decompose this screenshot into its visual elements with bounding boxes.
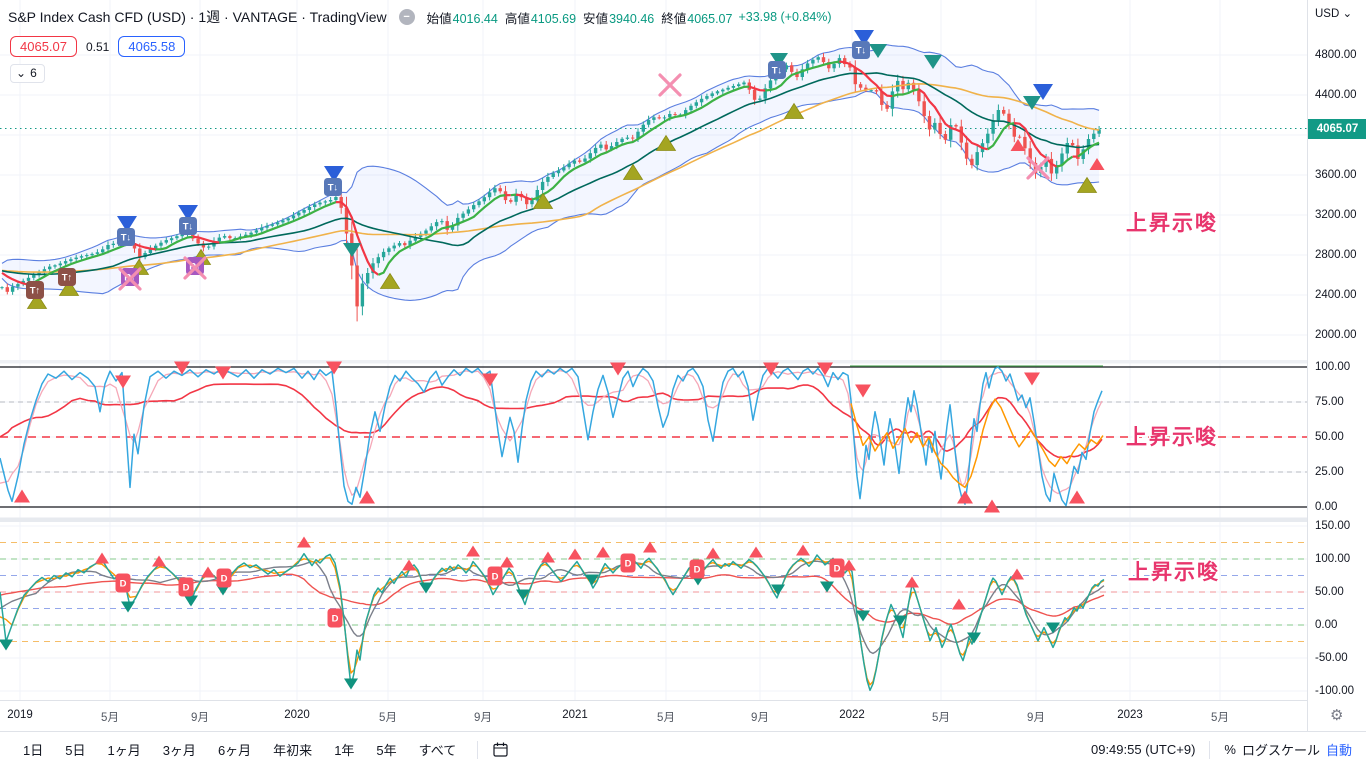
log-scale-button[interactable]: ログスケール: [1242, 740, 1320, 759]
oscillator-scale-label: 0.00: [1315, 619, 1338, 631]
symbol-title[interactable]: S&P Index Cash CFD (USD) · 1週 · VANTAGE …: [8, 7, 387, 27]
sell-price-button[interactable]: 4065.07: [10, 36, 77, 57]
price-label: 4800.00: [1315, 49, 1357, 61]
bottom-toolbar: 1日 5日 1ヶ月 3ヶ月 6ヶ月 年初来 1年 5年 すべて 09:49:55 (UTC+9)…: [0, 731, 1366, 767]
range-button-1年[interactable]: 1年: [325, 737, 363, 762]
svg-text:T↓: T↓: [121, 233, 132, 244]
time-label: 9月: [474, 712, 492, 724]
buy-price-button[interactable]: 4065.58: [118, 36, 186, 57]
oscillator-lines: [0, 552, 1105, 692]
ohlc-item: 安値3940.46: [583, 11, 655, 26]
quote-row: 4065.07 0.51 4065.58: [10, 36, 186, 57]
change-value: +33.98 (+0.84%): [738, 10, 832, 24]
ohlc-item: 終値4065.07: [661, 11, 733, 26]
current-price-badge: 4065.07: [1308, 118, 1366, 139]
currency-selector[interactable]: USD ⌄: [1315, 6, 1352, 20]
ohlc-item: 高値4105.69: [504, 11, 577, 26]
stoch-scale-label: 25.00: [1315, 466, 1344, 478]
time-label: 5月: [101, 712, 119, 724]
ohlc-values: 始値4016.44 高値4105.69 安値3940.46 終値4065.07: [427, 8, 733, 27]
stoch-scale-label: 100.00: [1315, 361, 1351, 373]
oscillator-scale-label: -50.00: [1315, 652, 1348, 664]
price-label: 2400.00: [1315, 289, 1357, 301]
oscillator-scale-label: 50.00: [1315, 586, 1344, 598]
chart-legend: S&P Index Cash CFD (USD) · 1週 · VANTAGE …: [8, 7, 832, 27]
stoch-scale-label: 0.00: [1315, 501, 1338, 513]
toolbar-divider: [477, 740, 479, 759]
time-label: 2022: [839, 709, 865, 721]
time-label: 2021: [562, 709, 588, 721]
oscillator-scale-label: 150.00: [1315, 520, 1351, 532]
oscillator-scale-label: -100.00: [1315, 685, 1355, 697]
auto-scale-button[interactable]: 自動: [1326, 740, 1352, 759]
stoch-scale-label: 50.00: [1315, 431, 1344, 443]
oscillator-scale-label: 100.00: [1315, 553, 1351, 565]
date-range-buttons: 1日 5日 1ヶ月 3ヶ月 6ヶ月 年初来 1年 5年 すべて: [14, 737, 509, 762]
clock-label[interactable]: 09:49:55 (UTC+9): [1091, 742, 1195, 757]
price-axis[interactable]: USD ⌄ 4800.004400.004000.003600.003200.0…: [1307, 0, 1366, 731]
svg-text:D: D: [183, 583, 190, 594]
time-label: 9月: [751, 712, 769, 724]
svg-text:T↓: T↓: [328, 183, 339, 194]
bullish-annotation: 上昇示唆: [1126, 212, 1218, 235]
percent-scale-button[interactable]: %: [1224, 742, 1236, 757]
range-button-5日[interactable]: 5日: [56, 737, 94, 762]
svg-text:D: D: [332, 614, 339, 625]
time-label: 5月: [657, 712, 675, 724]
time-label: 9月: [1027, 712, 1045, 724]
toolbar-right: 09:49:55 (UTC+9) % ログスケール 自動: [1091, 740, 1352, 759]
price-label: 3600.00: [1315, 169, 1357, 181]
collapse-legend-icon[interactable]: −: [398, 9, 415, 25]
time-label: 5月: [379, 712, 397, 724]
time-label: 2020: [284, 709, 310, 721]
bullish-annotation: 上昇示唆: [1128, 561, 1220, 584]
svg-text:D: D: [221, 574, 228, 585]
time-label: 9月: [191, 712, 209, 724]
range-button-3ヶ月[interactable]: 3ヶ月: [154, 737, 205, 762]
calendar-icon[interactable]: [492, 741, 509, 758]
time-label: 5月: [932, 712, 950, 724]
time-label: 2019: [7, 709, 33, 721]
indicators-collapse-button[interactable]: ⌄ 6: [10, 64, 45, 83]
range-button-6ヶ月[interactable]: 6ヶ月: [209, 737, 260, 762]
svg-text:D: D: [492, 572, 499, 583]
grid-lines: [0, 0, 1307, 700]
svg-text:T↑: T↑: [30, 286, 41, 297]
svg-text:T↑: T↑: [62, 273, 73, 284]
range-button-年初来[interactable]: 年初来: [264, 737, 321, 762]
svg-text:D: D: [694, 565, 701, 576]
svg-text:T↓: T↓: [772, 66, 783, 77]
stoch-scale-label: 75.00: [1315, 396, 1344, 408]
svg-text:D: D: [625, 559, 632, 570]
price-label: 2000.00: [1315, 329, 1357, 341]
tradingview-chart-window: T↑T↑T↓T↓T↓T↓T↓R↑R↑DDDDDDDD S&P Index Cas…: [0, 0, 1366, 767]
price-label: 2800.00: [1315, 249, 1357, 261]
indicator-count: 6: [30, 66, 37, 80]
price-label: 4400.00: [1315, 89, 1357, 101]
spread-value: 0.51: [86, 39, 110, 54]
panel-separator: [0, 517, 1366, 522]
panel-separator: [0, 360, 1366, 364]
svg-text:D: D: [834, 564, 841, 575]
gear-icon[interactable]: ⚙: [1330, 706, 1343, 724]
bullish-annotation: 上昇示唆: [1126, 426, 1218, 449]
price-label: 3200.00: [1315, 209, 1357, 221]
time-label: 2023: [1117, 709, 1143, 721]
time-axis[interactable]: 2019 5月 9月 2020 5月 9月 2021 5月 9月 2022 5月 9月 2023 5月: [0, 700, 1307, 731]
range-button-5年[interactable]: 5年: [367, 737, 405, 762]
svg-text:D: D: [120, 579, 127, 590]
chevron-down-icon: ⌄: [16, 66, 27, 80]
toolbar-divider: [1209, 740, 1211, 759]
svg-text:T↓: T↓: [183, 222, 194, 233]
ohlc-item: 始値4016.44: [426, 11, 498, 26]
chart-canvas[interactable]: T↑T↑T↓T↓T↓T↓T↓R↑R↑DDDDDDDD: [0, 0, 1366, 700]
svg-text:T↓: T↓: [856, 46, 867, 57]
time-label: 5月: [1211, 712, 1229, 724]
range-button-1日[interactable]: 1日: [14, 737, 52, 762]
range-button-すべて[interactable]: すべて: [410, 737, 466, 762]
range-button-1ヶ月[interactable]: 1ヶ月: [98, 737, 149, 762]
